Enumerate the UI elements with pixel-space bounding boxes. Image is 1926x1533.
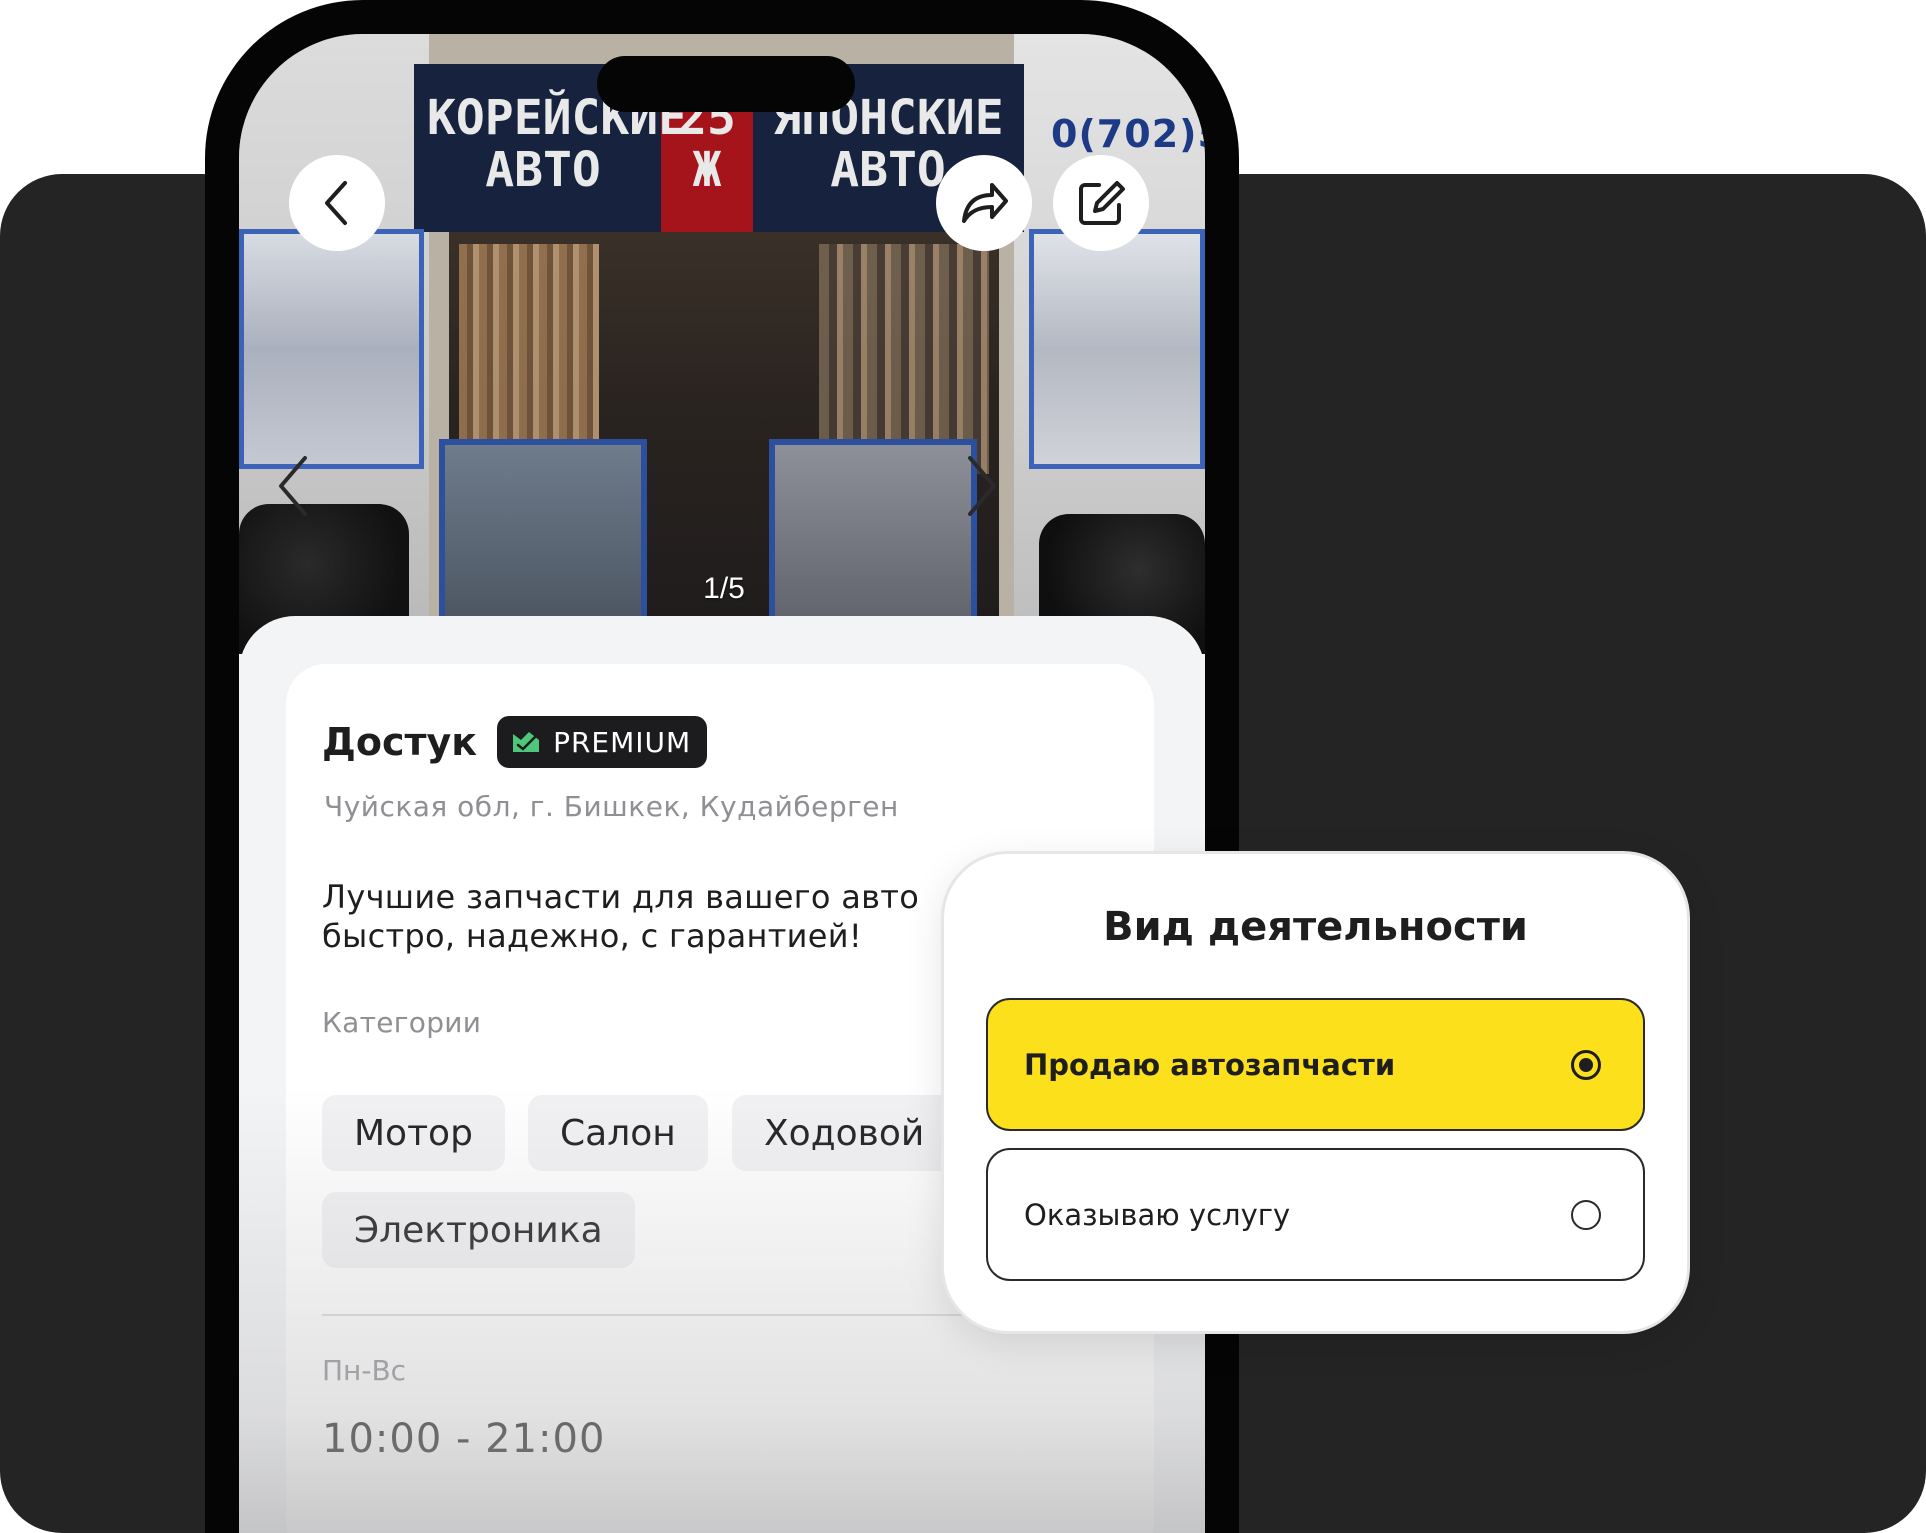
photo-glass-shelf-right	[1029, 229, 1205, 469]
prev-photo-chevron-icon[interactable]	[275, 454, 311, 523]
popup-title: Вид деятельности	[1103, 904, 1528, 950]
category-chip[interactable]: Ходовой	[732, 1095, 957, 1171]
premium-label: PREMIUM	[553, 725, 692, 759]
share-icon	[962, 183, 1008, 223]
radio-selected-icon[interactable]	[1571, 1049, 1601, 1080]
categories-label: Категории	[322, 1006, 482, 1039]
option-provide-service[interactable]: Оказываю услугу	[986, 1148, 1645, 1281]
shop-address: Чуйская обл, г. Бишкек, Кудайберген	[324, 790, 899, 823]
option-label: Оказываю услугу	[1024, 1197, 1291, 1232]
radio-unselected-icon[interactable]	[1571, 1199, 1601, 1230]
activity-type-popup: Вид деятельности Продаю автозапчасти Ока…	[944, 854, 1687, 1331]
shop-name: Достук	[322, 720, 478, 764]
shop-photo[interactable]: КОРЕЙСКИЕ АВТО 25 Ж ЯПОНСКИЕ АВТО 0(702)…	[239, 34, 1205, 654]
photo-glass-shelf-left	[239, 229, 424, 469]
category-chip[interactable]: Электроника	[322, 1192, 635, 1268]
share-button[interactable]	[936, 155, 1032, 251]
edit-icon	[1079, 181, 1125, 225]
description-line-2: быстро, надежно, с гарантией!	[322, 917, 862, 955]
title-row: Достук PREMIUM	[322, 716, 708, 768]
working-hours: 10:00 - 21:00	[322, 1416, 606, 1462]
description-line-1: Лучшие запчасти для вашего авто	[322, 878, 920, 916]
option-sell-parts[interactable]: Продаю автозапчасти	[986, 998, 1645, 1131]
photo-phone-number: 0(702)5€	[1051, 112, 1205, 156]
dynamic-island	[597, 56, 855, 112]
shop-description: Лучшие запчасти для вашего авто быстро, …	[322, 878, 962, 956]
back-button[interactable]	[289, 155, 385, 251]
radio-dot	[1579, 1057, 1593, 1072]
category-chip[interactable]: Мотор	[322, 1095, 505, 1171]
edit-button[interactable]	[1053, 155, 1149, 251]
working-days-label: Пн-Вс	[322, 1354, 407, 1387]
category-chip[interactable]: Салон	[528, 1095, 708, 1171]
premium-badge: PREMIUM	[497, 716, 708, 768]
arrow-back-icon	[325, 181, 347, 225]
premium-crown-icon	[513, 732, 540, 752]
next-photo-chevron-icon[interactable]	[964, 454, 1000, 523]
option-label: Продаю автозапчасти	[1024, 1047, 1396, 1082]
photo-counter: 1/5	[703, 572, 745, 605]
